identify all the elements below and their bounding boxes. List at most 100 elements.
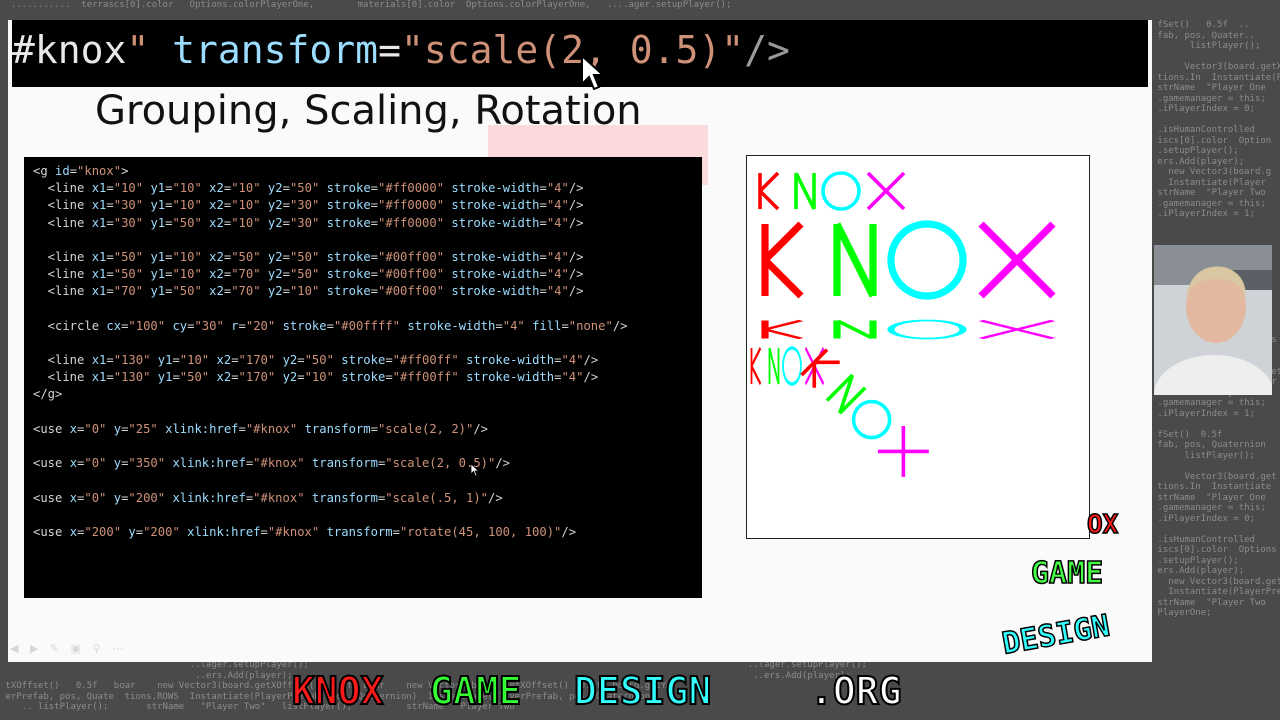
code-token: "none"	[568, 318, 613, 333]
code-token: xlink:href	[172, 490, 246, 505]
code-token: "30"	[113, 215, 144, 230]
code-token: stroke	[326, 249, 371, 264]
code-token: "30"	[194, 318, 224, 333]
code-token: "#knox"	[253, 456, 305, 471]
code-token: =	[297, 370, 305, 385]
code-token: y2	[267, 198, 283, 213]
code-token: <line	[33, 181, 92, 196]
code-token: =	[106, 215, 114, 230]
code-token: "0"	[84, 456, 107, 471]
code-token: "4"	[546, 215, 569, 230]
code-token: stroke-width	[466, 353, 555, 368]
code-token: x2	[216, 370, 232, 385]
code-token: x2	[209, 284, 224, 299]
code-line: <use x="0" y="25" xlink:href="#knox" tra…	[33, 421, 628, 438]
code-token: y2	[267, 215, 283, 230]
code-token: "100"	[128, 318, 166, 333]
code-token: x2	[209, 181, 224, 196]
code-token: =	[370, 215, 379, 230]
code-token: <line	[33, 370, 92, 385]
code-token: id	[55, 164, 70, 178]
code-token: "4"	[502, 318, 525, 333]
code-token: fill	[532, 318, 562, 333]
code-token: <g	[33, 164, 56, 178]
code-token: =	[539, 284, 547, 299]
svg-output-preview	[746, 155, 1090, 539]
code-token: </g>	[33, 387, 63, 402]
code-token: =	[539, 267, 547, 282]
code-token: "4"	[546, 267, 569, 282]
zoom-part-close: />	[744, 28, 790, 72]
code-token: "#knox"	[253, 490, 305, 505]
code-line: <line x1="130" y1="50" x2="170" y2="10" …	[33, 369, 628, 386]
code-token: =	[238, 421, 246, 436]
code-token: x1	[91, 353, 107, 368]
code-token: "30"	[113, 198, 144, 213]
code-token: =	[172, 353, 180, 368]
code-token: "#00ff00"	[378, 284, 445, 299]
code-token: =	[370, 249, 379, 264]
code-token: x	[69, 490, 78, 505]
svg-output-canvas	[749, 171, 1089, 479]
code-token: />	[473, 421, 489, 436]
code-token: xlink:href	[172, 456, 246, 471]
code-token: "#knox"	[267, 524, 320, 539]
code-token: =	[282, 267, 290, 282]
code-token: />	[568, 267, 584, 282]
webcam-overlay	[1154, 245, 1272, 395]
code-token: =	[231, 353, 239, 368]
code-token: =	[238, 318, 246, 333]
code-token: x1	[91, 249, 107, 264]
code-token: />	[612, 318, 628, 333]
footer-website-banner: KNOX GAME DESIGN .ORG	[291, 670, 903, 712]
code-token: stroke-width	[407, 318, 496, 333]
code-token: "4"	[561, 353, 584, 368]
code-token: <line	[33, 284, 92, 299]
code-token: stroke-width	[451, 249, 540, 264]
code-token: x1	[91, 181, 107, 196]
code-token: "10"	[304, 370, 334, 385]
code-line: <line x1="50" y1="10" x2="70" y2="50" st…	[33, 266, 628, 283]
code-token: y	[113, 421, 122, 436]
code-token: "4"	[546, 198, 569, 213]
zoom-part-id: #knox	[12, 28, 127, 72]
logo-line-ox: OX	[1087, 510, 1119, 540]
code-line: <circle cx="100" cy="30" r="20" stroke="…	[33, 318, 628, 335]
logo-line-game: GAME	[1031, 556, 1103, 591]
code-token: transform	[311, 490, 378, 505]
zoom-part-quote: "	[126, 28, 150, 72]
code-token: "4"	[546, 249, 569, 264]
code-token: >	[121, 164, 129, 178]
code-token: "4"	[561, 370, 584, 385]
code-token: x	[69, 524, 78, 539]
code-token: "10"	[231, 215, 261, 230]
code-token: "knox"	[77, 164, 122, 178]
code-token: stroke	[341, 370, 386, 385]
code-token: y1	[150, 267, 166, 282]
code-token: "25"	[128, 421, 158, 436]
slideshow-toolbar-ghost: ◀ ▶ ✎ ▣ ⚲ ⋯	[10, 642, 128, 655]
code-token: "50"	[113, 249, 144, 264]
code-token: stroke-width	[451, 198, 540, 213]
code-token: />	[561, 524, 577, 539]
code-token: =	[282, 249, 290, 264]
code-token: r	[231, 318, 239, 333]
code-token: =	[135, 524, 144, 539]
code-token: "30"	[289, 215, 320, 230]
code-token: "0"	[84, 421, 107, 436]
code-token: stroke	[326, 284, 371, 299]
code-token: y1	[157, 353, 173, 368]
code-token: =	[539, 249, 547, 264]
code-token: x2	[209, 267, 224, 282]
code-token: y1	[157, 370, 173, 385]
code-token: =	[495, 318, 503, 333]
